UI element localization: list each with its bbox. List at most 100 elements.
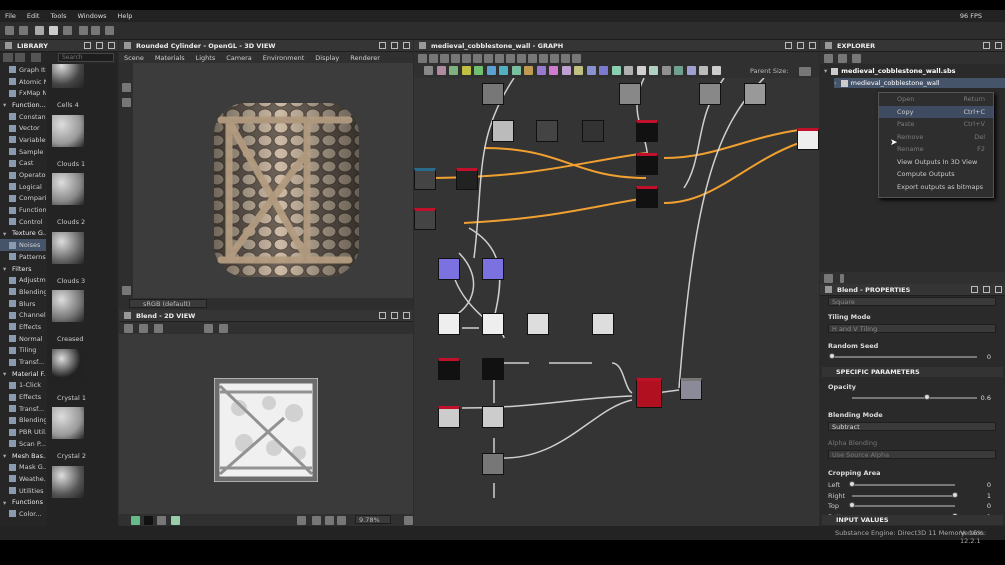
close-icon[interactable]: [403, 42, 410, 49]
menu-help[interactable]: Help: [118, 12, 133, 20]
function-node-icon[interactable]: [699, 66, 708, 75]
save-image-icon[interactable]: [139, 324, 148, 333]
info-icon[interactable]: [204, 324, 213, 333]
pan-icon[interactable]: [429, 54, 438, 63]
screenshot-icon[interactable]: [122, 286, 131, 295]
crop-slider[interactable]: [852, 505, 955, 507]
channel-icon[interactable]: [131, 516, 140, 525]
close-icon[interactable]: [108, 42, 115, 49]
pin-icon[interactable]: [379, 42, 386, 49]
fxmap-node-icon[interactable]: [561, 66, 571, 75]
new-package-icon[interactable]: [824, 54, 833, 63]
layout-icon[interactable]: [561, 54, 570, 63]
warp-node-icon[interactable]: [524, 66, 533, 75]
noise-node[interactable]: [456, 168, 478, 190]
crop-slider[interactable]: [852, 484, 955, 486]
tree-item[interactable]: Blurs: [0, 298, 46, 310]
tree-section[interactable]: ▾ Texture G...: [0, 228, 46, 240]
transform-node-icon[interactable]: [586, 66, 596, 75]
context-menu-item[interactable]: Export outputs as bitmaps: [879, 181, 993, 194]
pattern-node[interactable]: [438, 406, 460, 428]
fit-view-icon[interactable]: [325, 516, 334, 525]
noise-thumbnail[interactable]: [52, 173, 84, 205]
input-node-icon[interactable]: [686, 66, 696, 75]
noise-thumbnail[interactable]: [52, 64, 84, 88]
graph-instance-icon[interactable]: [711, 66, 721, 75]
frame-icon[interactable]: [440, 54, 449, 63]
tree-item[interactable]: Channels: [0, 309, 46, 321]
levels-node-icon[interactable]: [461, 66, 471, 75]
tree-item[interactable]: Utilities: [0, 485, 46, 497]
tree-item[interactable]: Vector: [0, 122, 46, 134]
tree-item[interactable]: Graph Items: [0, 64, 46, 76]
opacity-handle[interactable]: [924, 394, 930, 400]
tree-section[interactable]: ▾ Functions: [0, 496, 46, 508]
maximize-icon[interactable]: [391, 312, 398, 319]
blend-node[interactable]: [492, 120, 514, 142]
tree-item[interactable]: Blending: [0, 286, 46, 298]
display-options-icon[interactable]: [799, 67, 811, 76]
blend-node-selected[interactable]: [636, 378, 662, 408]
menu-display[interactable]: Display: [315, 54, 339, 62]
undo-icon[interactable]: [79, 26, 88, 35]
mask-node[interactable]: [438, 358, 460, 380]
tree-item[interactable]: Patterns: [0, 251, 46, 263]
noise-node[interactable]: [699, 83, 721, 105]
menu-windows[interactable]: Windows: [78, 12, 107, 20]
tree-item[interactable]: Mask G...: [0, 461, 46, 473]
tree-item[interactable]: Adjustm...: [0, 274, 46, 286]
pin-icon[interactable]: [785, 42, 792, 49]
redo-icon[interactable]: [91, 26, 100, 35]
tree-item[interactable]: Color...: [0, 508, 46, 520]
levels-node[interactable]: [636, 153, 658, 175]
crop-handle[interactable]: [849, 502, 855, 508]
noise-thumbnail[interactable]: [52, 465, 84, 498]
tree-item[interactable]: Variables: [0, 134, 46, 146]
crop-slider[interactable]: [852, 494, 955, 497]
tree-item[interactable]: Scan P...: [0, 438, 46, 450]
blur-node-icon[interactable]: [499, 66, 508, 75]
settings-icon[interactable]: [105, 26, 114, 35]
noise-node[interactable]: [414, 208, 436, 230]
tree-item[interactable]: Comparison: [0, 193, 46, 205]
shape-node[interactable]: [482, 313, 504, 335]
noise-thumbnail[interactable]: [52, 407, 84, 439]
copy-image-icon[interactable]: [154, 324, 163, 333]
opacity-slider[interactable]: [852, 397, 977, 399]
info-icon[interactable]: [451, 54, 460, 63]
save-package-icon[interactable]: [852, 54, 861, 63]
tree-item[interactable]: Effects: [0, 391, 46, 403]
menu-file[interactable]: File: [5, 12, 16, 20]
align-icon[interactable]: [550, 54, 559, 63]
tree-item[interactable]: Noises: [0, 239, 46, 251]
link-icon[interactable]: [462, 54, 471, 63]
new-substance-icon[interactable]: [19, 26, 28, 35]
comment-icon[interactable]: [484, 54, 493, 63]
shape-node[interactable]: [438, 313, 460, 335]
menu-scene[interactable]: Scene: [124, 54, 144, 62]
maximize-icon[interactable]: [391, 42, 398, 49]
library-search-input[interactable]: [58, 53, 114, 62]
grid-icon[interactable]: [297, 516, 306, 525]
blending-mode-select[interactable]: Subtract: [828, 422, 996, 431]
noise-node[interactable]: [619, 83, 641, 105]
params-icon[interactable]: [824, 274, 833, 283]
nodes-icon[interactable]: [473, 54, 482, 63]
output-node[interactable]: [797, 128, 819, 150]
maximize-icon[interactable]: [96, 42, 103, 49]
select-icon[interactable]: [418, 54, 427, 63]
maximize-icon[interactable]: [797, 42, 804, 49]
random-seed-slider[interactable]: [832, 356, 977, 358]
menu-lights[interactable]: Lights: [196, 54, 216, 62]
noise-node[interactable]: [414, 168, 436, 190]
bitmap-node-icon[interactable]: [424, 66, 433, 75]
specific-parameters-section[interactable]: SPECIFIC PARAMETERS: [822, 367, 1003, 377]
context-menu-item[interactable]: Copy Ctrl+C: [879, 105, 993, 118]
tree-item[interactable]: Operators: [0, 169, 46, 181]
menu-materials[interactable]: Materials: [155, 54, 185, 62]
colorspace-select[interactable]: sRGB (default): [129, 299, 207, 308]
tree-section[interactable]: ▾ Function...: [0, 99, 46, 111]
save-all-icon[interactable]: [63, 26, 72, 35]
tiling-mode-select[interactable]: H and V Tiling: [828, 324, 996, 333]
context-menu-item[interactable]: Open Return: [879, 93, 993, 106]
